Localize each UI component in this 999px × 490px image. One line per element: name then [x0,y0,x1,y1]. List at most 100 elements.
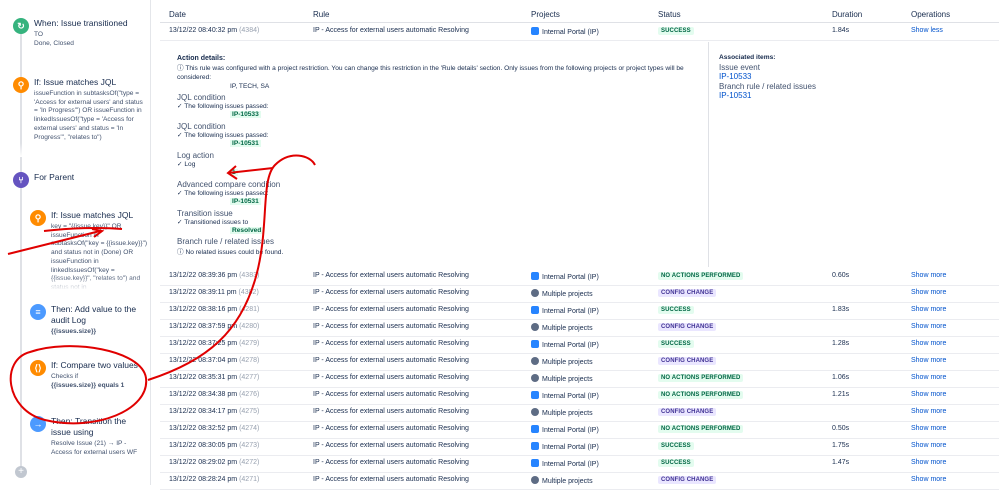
table-row[interactable]: 13/12/22 08:32:52 pm (4274) IP - Access f… [160,421,999,439]
row-duration: 0.50s [832,425,850,432]
row-rule: IP - Access for external users automatic… [313,391,469,398]
row-rule: IP - Access for external users automatic… [313,442,469,449]
table-row[interactable]: 13/12/22 08:35:31 pm (4277) IP - Access f… [160,370,999,388]
transition-value: Resolved [230,227,264,234]
fade-overlay [13,143,148,157]
project-icon [531,425,539,433]
row-rule: IP - Access for external users automatic… [313,408,469,415]
step-if-jql-2[interactable]: ⚲ If: Issue matches JQL key = "{{issue.k… [30,210,148,290]
branch-icon: ⑂ [13,172,29,188]
show-more-link[interactable]: Show more [911,323,946,330]
show-more-link[interactable]: Show more [911,374,946,381]
log-value: 1 [230,169,238,176]
row-duration: 1.75s [832,442,850,449]
show-more-link[interactable]: Show more [911,357,946,364]
row-rule: IP - Access for external users automatic… [313,340,469,347]
row-rule: IP - Access for external users automatic… [313,306,469,313]
col-duration: Duration [832,10,863,19]
status-badge: NO ACTIONS PERFORMED [658,374,744,382]
table-row[interactable]: 13/12/22 08:37:25 pm (4279) IP - Access f… [160,336,999,354]
table-row-expanded[interactable]: 13/12/22 08:40:32 pm (4384) IP - Access … [160,23,999,41]
row-date: 13/12/22 08:32:52 pm (4274) [169,425,260,432]
step-compare-values[interactable]: ⟨⟩ If: Compare two values Checks if {{is… [30,360,148,390]
show-more-link[interactable]: Show more [911,272,946,279]
col-operations: Operations [911,10,951,19]
jql2-passed: ✓ The following issues passed: [177,132,269,139]
compare-icon: ⟨⟩ [30,360,46,376]
status-badge: SUCCESS [658,340,694,348]
row-date: 13/12/22 08:40:32 pm (4384) [169,27,260,34]
status-badge: SUCCESS [658,442,694,450]
row-project: Multiple projects [531,323,593,332]
row-date: 13/12/22 08:39:36 pm (4383) [169,272,260,279]
show-more-link[interactable]: Show more [911,442,946,449]
table-row[interactable]: 13/12/22 08:30:05 pm (4273) IP - Access f… [160,438,999,456]
project-icon [531,374,539,382]
show-more-link[interactable]: Show more [911,459,946,466]
row-date: 13/12/22 08:30:05 pm (4273) [169,442,260,449]
show-more-link[interactable]: Show more [911,425,946,432]
show-more-link[interactable]: Show more [911,391,946,398]
add-step-icon[interactable]: + [15,466,27,478]
log-action-label: Log action [177,151,214,160]
row-rule: IP - Access for external users automatic… [313,289,469,296]
step-title: Then: Add value to the audit Log [51,304,137,325]
assoc-event-issue-link[interactable]: IP-10533 [719,72,751,81]
row-duration: 1.28s [832,340,850,347]
audit-log-icon: ≡ [30,304,46,320]
step-body: issueFunction in subtasksOf("type = 'Acc… [34,90,143,141]
project-icon [531,289,539,297]
step-add-audit[interactable]: ≡ Then: Add value to the audit Log {{iss… [30,304,148,337]
action-details-label: Action details: [177,55,226,62]
table-row[interactable]: 13/12/22 08:34:38 pm (4276) IP - Access f… [160,387,999,405]
row-duration: 1.84s [832,27,850,34]
row-rule: IP - Access for external users automatic… [313,357,469,364]
row-project: Internal Portal (IP) [531,442,599,451]
step-body: Resolve Issue (21) → IP - Access for ext… [51,440,138,456]
condition-search-icon: ⚲ [13,77,29,93]
adv-compare-issue[interactable]: IP-10531 [230,198,261,205]
step-if-jql-1[interactable]: ⚲ If: Issue matches JQL issueFunction in… [13,77,148,157]
status-badge: CONFIG CHANGE [658,357,717,365]
row-date: 13/12/22 08:34:17 pm (4275) [169,408,260,415]
row-date: 13/12/22 08:37:25 pm (4279) [169,340,260,347]
row-project: Internal Portal (IP) [531,459,599,468]
table-row[interactable]: 13/12/22 08:34:17 pm (4275) IP - Access f… [160,404,999,422]
assoc-event-label: Issue event [719,63,760,72]
trigger-icon: ↻ [13,18,29,34]
table-header: Date Rule Projects Status Duration Opera… [160,0,999,23]
show-more-link[interactable]: Show more [911,340,946,347]
show-more-link[interactable]: Show more [911,289,946,296]
show-more-link[interactable]: Show more [911,476,946,483]
assoc-title: Associated items: [719,54,776,61]
show-more-link[interactable]: Show more [911,408,946,415]
step-for-parent[interactable]: ⑂ For Parent [13,172,148,188]
step-when-transitioned[interactable]: ↻ When: Issue transitioned TO Done, Clos… [13,18,148,48]
table-row[interactable]: 13/12/22 08:39:11 pm (4382) IP - Access f… [160,285,999,303]
project-icon [531,459,539,467]
table-row[interactable]: 13/12/22 08:38:16 pm (4281) IP - Access f… [160,302,999,320]
jql1-issue[interactable]: IP-10533 [230,111,261,118]
associated-items: Associated items: Issue event IP-10533 B… [708,42,859,267]
jql2-issue[interactable]: IP-10531 [230,140,261,147]
jql2-label: JQL condition [177,122,226,131]
table-row[interactable]: 13/12/22 08:39:36 pm (4383) IP - Access f… [160,268,999,286]
col-status: Status [658,10,681,19]
status-badge: CONFIG CHANGE [658,323,717,331]
show-less-link[interactable]: Show less [911,27,943,34]
table-row[interactable]: 13/12/22 08:29:02 pm (4272) IP - Access f… [160,455,999,473]
assoc-branch-issue-link[interactable]: IP-10531 [719,91,751,100]
row-project: Multiple projects [531,357,593,366]
action-details-panel: Action details: ⓘ This rule was configur… [160,42,999,268]
table-row[interactable]: 13/12/22 08:37:04 pm (4278) IP - Access f… [160,353,999,371]
step-title: If: Issue matches JQL [34,77,117,87]
show-more-link[interactable]: Show more [911,306,946,313]
table-row[interactable]: 13/12/22 08:37:59 pm (4280) IP - Access f… [160,319,999,337]
table-row[interactable]: 13/12/22 08:28:24 pm (4271) IP - Access f… [160,472,999,490]
row-duration: 1.47s [832,459,850,466]
row-date: 13/12/22 08:37:04 pm (4278) [169,357,260,364]
step-body: TO Done, Closed [34,31,74,47]
row-date: 13/12/22 08:39:11 pm (4382) [169,289,259,296]
project-icon [531,391,539,399]
step-transition-issue[interactable]: → Then: Transition the issue using Resol… [30,416,148,457]
